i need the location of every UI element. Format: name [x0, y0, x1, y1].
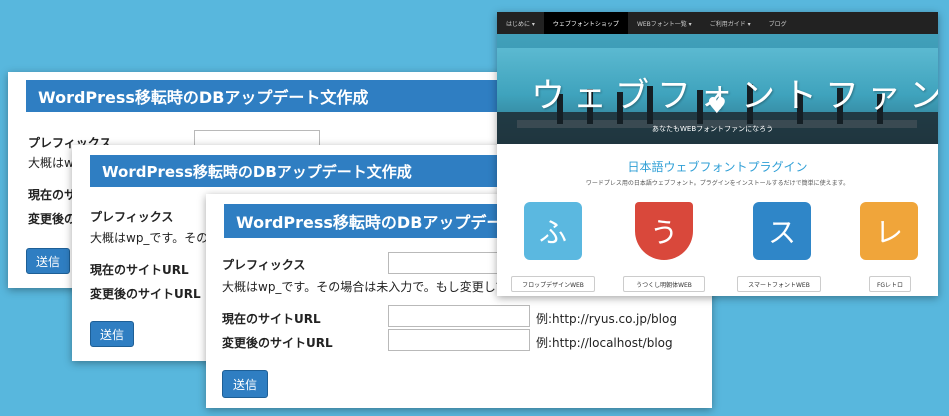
new-url-example: 例:http://localhost/blog: [536, 336, 673, 350]
prefix-label: プレフィックス: [90, 210, 174, 224]
submit-button[interactable]: 送信: [90, 321, 134, 347]
floppy-icon[interactable]: ふ: [524, 202, 582, 260]
site-nav: はじめに ▾ ウェブフォントショップ WEBフォント一覧 ▾ ご利用ガイド ▾ …: [497, 12, 938, 34]
nav-item-shop[interactable]: ウェブフォントショップ: [543, 12, 628, 34]
current-url-example: 例:http://ryus.co.jp/blog: [536, 312, 677, 326]
tile-label-flop[interactable]: フロップデザインWEB: [511, 276, 595, 292]
hero-subtitle: あなたもWEBフォントファンになろう: [652, 125, 774, 133]
smartphone-icon[interactable]: ス: [753, 202, 811, 260]
nav-item-blog[interactable]: ブログ: [760, 12, 796, 34]
current-url-label: 現在のサイトURL: [90, 263, 189, 277]
plugins-description: ワードプレス用の日本語ウェブフォント。プラグインをインストールするだけで簡単に使…: [585, 180, 850, 187]
new-url-label: 変更後のサイトURL: [222, 336, 333, 350]
tile-label-retro[interactable]: FGレトロ: [869, 276, 911, 292]
prefix-note: 大概はwp_です。その場合は未入力で。もし変更して: [222, 280, 508, 294]
submit-button[interactable]: 送信: [222, 370, 268, 398]
prefix-note: 大概はwp_です。その: [90, 231, 209, 245]
current-url-input[interactable]: [388, 305, 530, 327]
tile-label-smart[interactable]: スマートフォントWEB: [737, 276, 821, 292]
hero-title: ウェブフォントファン: [531, 76, 938, 116]
website-screenshot: はじめに ▾ ウェブフォントショップ WEBフォント一覧 ▾ ご利用ガイド ▾ …: [497, 12, 938, 296]
bowl-icon[interactable]: う: [635, 202, 693, 260]
form-title: WordPress移転時のDBアップデート文作成: [90, 155, 512, 187]
form-title: WordPress移転時のDBアップデート文作成: [26, 80, 528, 112]
camera-icon[interactable]: レ: [860, 202, 918, 260]
nav-item-intro[interactable]: はじめに ▾: [497, 12, 544, 34]
submit-button[interactable]: 送信: [26, 248, 70, 274]
current-url-label: 現在のサイトURL: [222, 312, 321, 326]
prefix-label: プレフィックス: [222, 258, 306, 272]
plugins-title: 日本語ウェブフォントプラグイン: [627, 160, 808, 174]
hero-banner: ウェブフォントファン ♥ あなたもWEBフォントファンになろう: [497, 34, 938, 144]
heart-icon: ♥: [707, 94, 727, 119]
nav-item-guide[interactable]: ご利用ガイド ▾: [701, 12, 760, 34]
new-url-input[interactable]: [388, 329, 530, 351]
tile-label-utsukushi[interactable]: うつくし明朝体WEB: [623, 276, 705, 292]
nav-item-fonts[interactable]: WEBフォント一覧 ▾: [628, 12, 701, 34]
new-url-label: 変更後のサイトURL: [90, 287, 201, 301]
